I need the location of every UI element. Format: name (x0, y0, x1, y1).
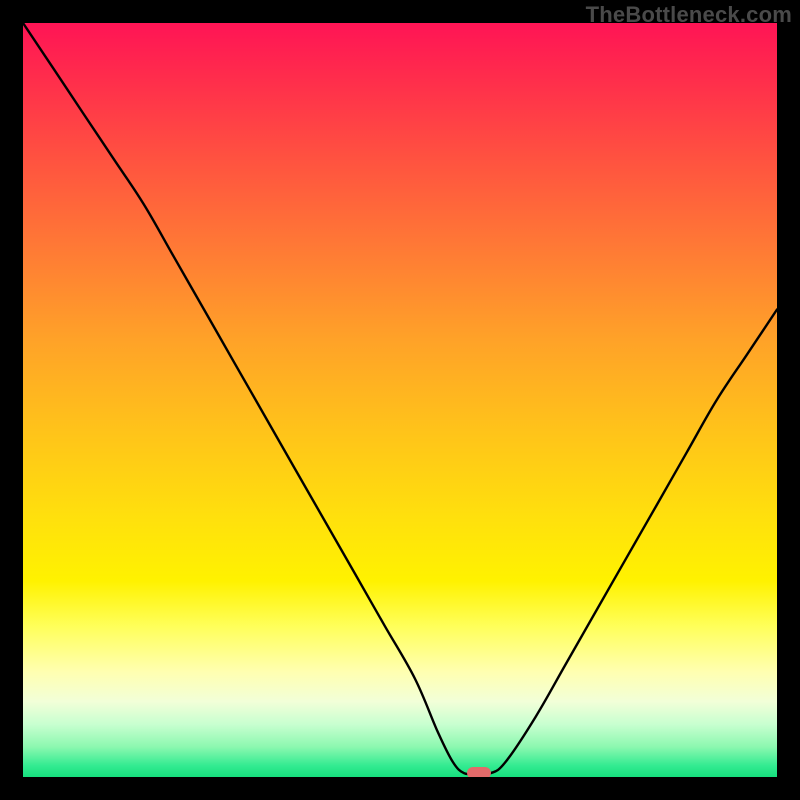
watermark-text: TheBottleneck.com (586, 2, 792, 28)
optimal-marker (467, 767, 491, 777)
curve-path (23, 23, 777, 774)
plot-area (23, 23, 777, 777)
bottleneck-curve (23, 23, 777, 777)
chart-frame: TheBottleneck.com (0, 0, 800, 800)
